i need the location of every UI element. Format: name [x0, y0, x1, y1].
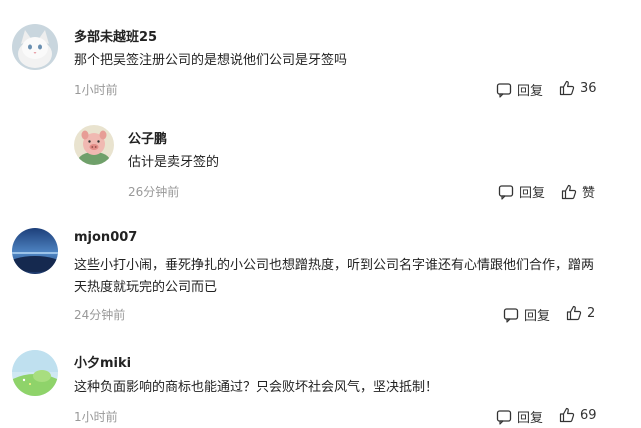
avatar[interactable]	[74, 125, 114, 165]
thumbs-up-icon	[559, 80, 575, 96]
comment-icon	[498, 184, 514, 200]
timestamp: 1小时前	[74, 410, 118, 424]
lake-landscape-avatar-icon	[12, 228, 58, 274]
reply-label: 回复	[517, 411, 544, 426]
username[interactable]: 多部未越班25	[74, 26, 157, 45]
like-count: 赞	[582, 186, 596, 201]
like-count: 2	[587, 305, 596, 321]
username[interactable]: 小夕miki	[74, 352, 131, 371]
timestamp: 24分钟前	[74, 308, 126, 322]
like-button[interactable]: 69	[559, 407, 597, 423]
comment-text: 这种负面影响的商标也能通过？只会败坏社会风气，坚决抵制！	[74, 380, 439, 395]
like-button[interactable]: 2	[566, 305, 595, 321]
like-button[interactable]: 36	[559, 80, 597, 96]
like-count: 36	[580, 80, 597, 96]
pig-avatar-icon	[74, 125, 114, 165]
reply-label: 回复	[519, 186, 546, 201]
avatar[interactable]	[12, 24, 58, 70]
comment-text: 这些小打小闹，垂死挣扎的小公司也想蹭热度，听到公司名字谁还有心情跟他们合作，蹭两…	[74, 258, 595, 295]
green-field-avatar-icon	[12, 350, 58, 396]
comment-icon	[496, 409, 512, 425]
timestamp: 1小时前	[74, 83, 118, 97]
reply-button[interactable]: 回复	[498, 182, 545, 201]
reply-label: 回复	[524, 309, 551, 324]
comment-icon	[503, 307, 519, 323]
like-count: 69	[580, 407, 597, 423]
avatar[interactable]	[12, 228, 58, 274]
avatar[interactable]	[12, 350, 58, 396]
thumbs-up-icon	[561, 184, 577, 199]
thumbs-up-icon	[559, 407, 575, 423]
like-button[interactable]: 赞	[561, 182, 595, 201]
timestamp: 26分钟前	[128, 185, 180, 199]
white-cat-avatar-icon	[12, 24, 58, 70]
reply-button[interactable]: 回复	[496, 407, 543, 426]
username[interactable]: mjon007	[74, 230, 137, 245]
comment-text: 估计是卖牙签的	[128, 155, 220, 170]
username[interactable]: 公子鹏	[128, 128, 167, 147]
reply-label: 回复	[517, 84, 544, 99]
comment-text: 那个把吴签注册公司的是想说他们公司是牙签吗	[74, 53, 348, 68]
reply-button[interactable]: 回复	[496, 80, 543, 99]
thumbs-up-icon	[566, 305, 582, 321]
comment-icon	[496, 82, 512, 98]
reply-button[interactable]: 回复	[503, 305, 550, 324]
